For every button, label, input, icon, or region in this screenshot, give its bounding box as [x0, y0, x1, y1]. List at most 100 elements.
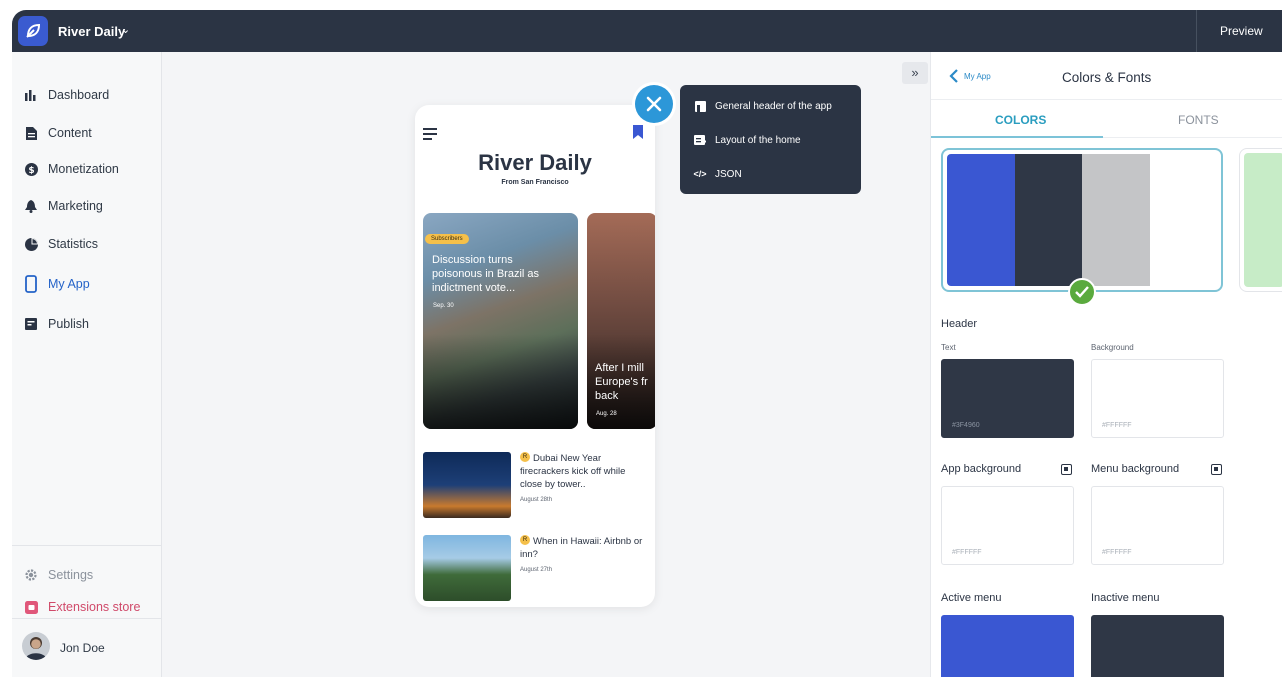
article-thumbnail [423, 452, 511, 518]
sidebar-item-label: Monetization [48, 162, 119, 176]
sidebar-item-dashboard[interactable]: Dashboard [24, 85, 109, 105]
menu-item-label: General header of the app [715, 100, 832, 112]
palette-swatch [1082, 154, 1150, 286]
preview-button[interactable]: Preview [1220, 24, 1263, 38]
divider [1196, 10, 1197, 52]
collapse-panel-button[interactable]: » [902, 62, 928, 84]
dollar-circle-icon: $ [24, 162, 38, 176]
code-icon: </> [693, 169, 707, 179]
phone-app-subtitle: From San Francisco [501, 179, 569, 186]
gear-icon [24, 568, 38, 582]
checkmark-icon [1068, 278, 1096, 306]
pie-chart-icon [24, 237, 38, 251]
inactive-menu-color-picker[interactable] [1091, 615, 1224, 677]
svg-text:$: $ [28, 166, 34, 176]
sidebar-item-publish[interactable]: Publish [24, 314, 89, 334]
header-background-color-picker[interactable]: #FFFFFF [1091, 359, 1224, 438]
close-button[interactable] [635, 85, 673, 123]
list-item-date: August 27th [520, 567, 553, 573]
sidebar-item-label: Extensions store [48, 600, 141, 614]
color-hex: #3F4960 [952, 422, 980, 429]
sidebar-item-label: My App [48, 277, 90, 291]
header-icon [694, 100, 706, 112]
extensions-icon [24, 600, 38, 614]
menu-item-label: JSON [715, 168, 742, 180]
menu-item-json[interactable]: </> JSON [694, 166, 742, 182]
featured-article-card[interactable] [423, 213, 578, 429]
sidebar-item-extensions-store[interactable]: Extensions store [24, 597, 140, 617]
publish-icon [24, 317, 38, 331]
edit-menu-popup: General header of the app Layout of the … [680, 85, 861, 194]
sidebar-item-settings[interactable]: Settings [24, 565, 93, 585]
list-item[interactable]: R Dubai New Year firecrackers kick off w… [423, 452, 647, 518]
color-palette-option[interactable] [1239, 148, 1282, 292]
subscribers-badge: Subscribers [425, 234, 469, 244]
image-icon[interactable] [1211, 464, 1222, 475]
top-bar: River Daily ⌄ Preview [12, 10, 1282, 52]
header-text-color-picker[interactable]: #3F4960 [941, 359, 1074, 438]
phone-app-title: River Daily [478, 150, 592, 175]
phone-preview: River Daily From San Francisco Subscribe… [415, 105, 655, 607]
app-logo-icon[interactable] [18, 16, 48, 46]
active-tab-indicator [931, 136, 1103, 138]
sidebar-item-label: Dashboard [48, 88, 110, 102]
sidebar-item-monetization[interactable]: $ Monetization [24, 159, 119, 179]
user-name[interactable]: Jon Doe [60, 641, 105, 655]
color-hex: #FFFFFF [1102, 549, 1132, 556]
chevron-down-icon[interactable]: ⌄ [121, 23, 130, 36]
color-hex: #FFFFFF [1102, 422, 1132, 429]
sidebar-item-label: Statistics [48, 237, 99, 251]
palette-swatch [1149, 154, 1217, 286]
sidebar-item-label: Marketing [48, 199, 103, 213]
featured-article-card[interactable]: After I mill Europe's fr back Aug. 28 [587, 213, 655, 429]
bar-chart-icon [24, 88, 38, 102]
document-icon [24, 126, 38, 140]
active-menu-label: Active menu [941, 592, 1002, 604]
app-background-color-picker[interactable]: #FFFFFF [941, 486, 1074, 565]
bell-icon [24, 199, 38, 213]
tab-fonts[interactable]: FONTS [1178, 113, 1219, 127]
inactive-menu-label: Inactive menu [1091, 592, 1160, 604]
app-background-label: App background [941, 463, 1022, 475]
app-window: River Daily ⌄ Preview Dashboard Content … [12, 10, 1282, 677]
list-item-title: Dubai New Year firecrackers kick off whi… [520, 453, 626, 490]
bookmark-icon[interactable] [633, 125, 643, 139]
image-icon[interactable] [1061, 464, 1072, 475]
card-date: Sep. 30 [433, 303, 454, 309]
divider [12, 545, 162, 546]
color-palette-option-selected[interactable] [941, 148, 1223, 292]
list-item[interactable]: R When in Hawaii: Airbnb or inn? August … [423, 535, 647, 601]
card-title: Discussion turns poisonous in Brazil as … [432, 254, 540, 294]
chevron-left-icon[interactable] [949, 69, 959, 83]
sidebar-item-content[interactable]: Content [24, 123, 92, 143]
sidebar: Dashboard Content $ Monetization Marketi… [12, 52, 162, 677]
list-item-date: August 28th [520, 497, 553, 503]
divider [12, 618, 162, 619]
header-section-title: Header [941, 318, 978, 330]
color-hex: #FFFFFF [952, 549, 982, 556]
tab-colors[interactable]: COLORS [995, 113, 1046, 127]
palette-swatch [947, 154, 1015, 286]
active-menu-color-picker[interactable] [941, 615, 1074, 677]
card-title: After I mill Europe's fr back [595, 362, 648, 402]
panel-title: Colors & Fonts [1062, 70, 1152, 85]
app-switcher-label[interactable]: River Daily [58, 24, 125, 39]
hamburger-menu-icon[interactable] [423, 127, 437, 141]
avatar[interactable] [22, 632, 50, 660]
sidebar-item-my-app[interactable]: My App [24, 274, 90, 294]
divider [931, 99, 1282, 100]
phone-icon [24, 275, 38, 293]
header-background-label: Background [1091, 343, 1134, 352]
palette-swatch [1014, 154, 1082, 286]
menu-background-label: Menu background [1091, 463, 1180, 475]
menu-background-color-picker[interactable]: #FFFFFF [1091, 486, 1224, 565]
sidebar-item-statistics[interactable]: Statistics [24, 234, 98, 254]
menu-item-layout-home[interactable]: Layout of the home [694, 132, 801, 148]
menu-item-general-header[interactable]: General header of the app [694, 98, 832, 114]
back-link[interactable]: My App [964, 72, 991, 81]
card-date: Aug. 28 [596, 411, 617, 417]
menu-item-label: Layout of the home [715, 134, 801, 146]
sidebar-item-label: Content [48, 126, 92, 140]
layout-icon [694, 134, 706, 146]
sidebar-item-marketing[interactable]: Marketing [24, 196, 103, 216]
